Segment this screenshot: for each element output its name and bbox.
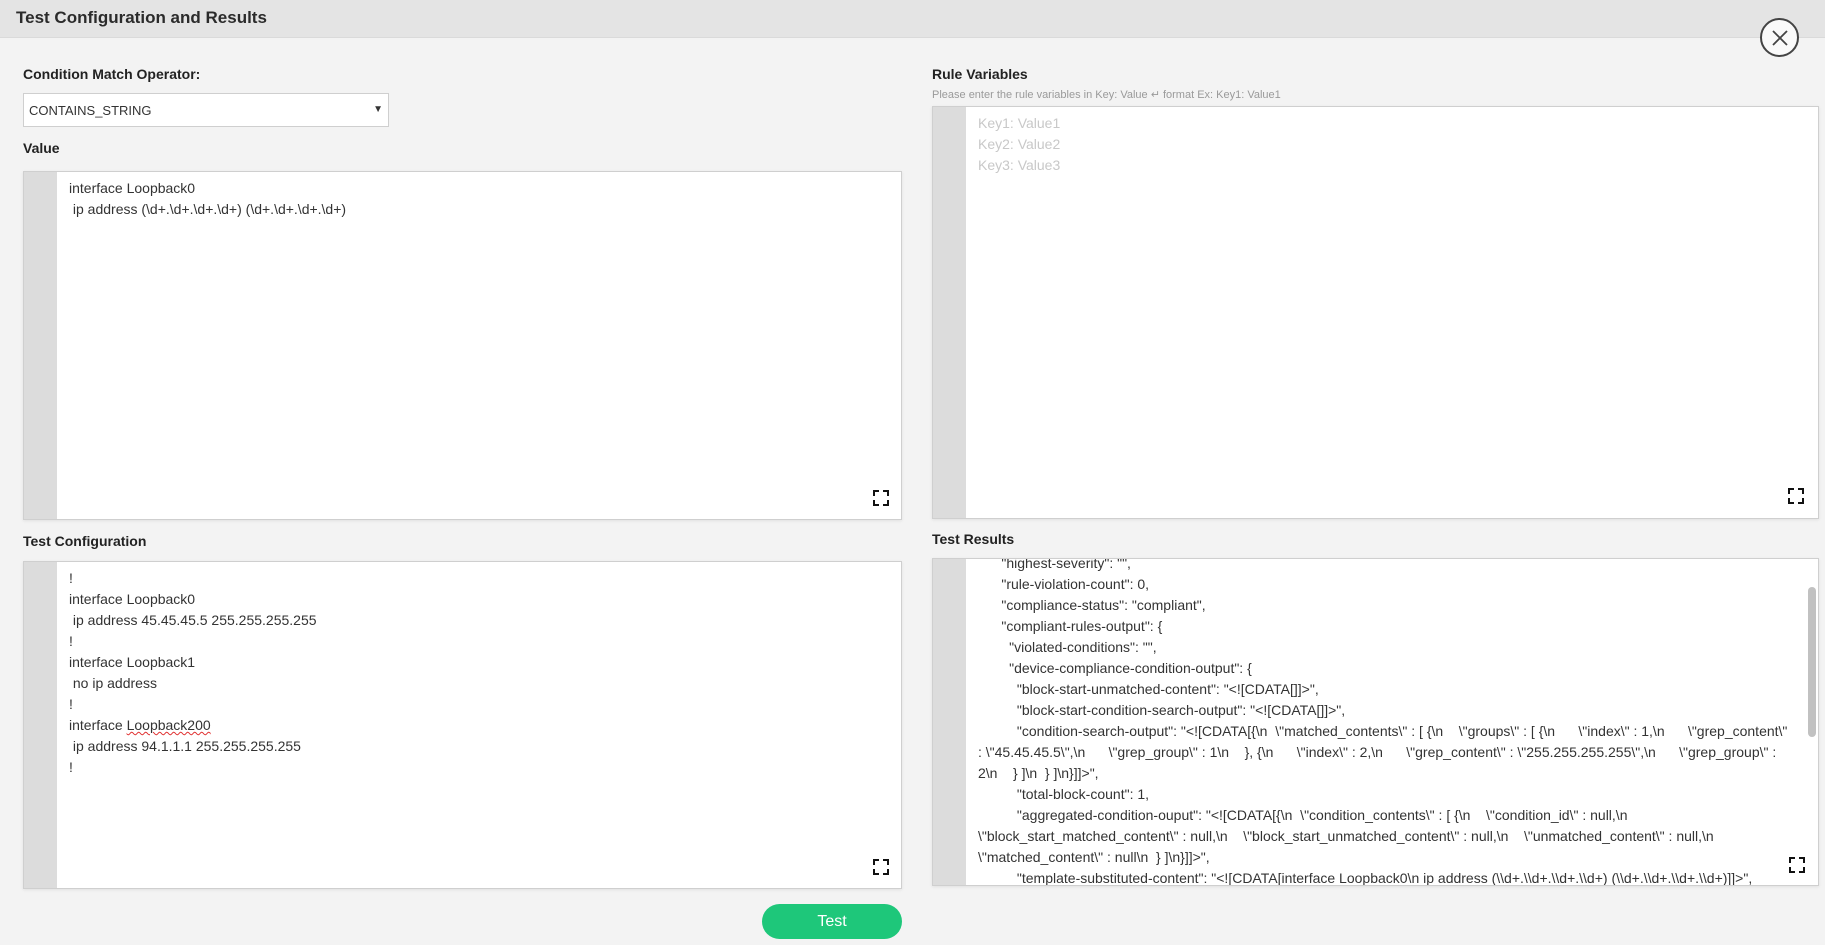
close-button[interactable] [1760, 18, 1799, 57]
close-icon [1772, 30, 1788, 46]
spellcheck-word: Loopback200 [126, 717, 211, 733]
placeholder-line: Key1: Value1 [978, 115, 1061, 131]
placeholder-line: Key2: Value2 [978, 136, 1061, 152]
dialog-title: Test Configuration and Results [16, 8, 267, 27]
condition-match-selected: CONTAINS_STRING [29, 103, 152, 118]
condition-match-label: Condition Match Operator: [23, 66, 201, 82]
test-configuration-content[interactable]: ! interface Loopback0 ip address 45.45.45… [69, 568, 865, 778]
placeholder-line: Key3: Value3 [978, 157, 1061, 173]
code-line: ! [69, 570, 73, 586]
value-editor[interactable]: interface Loopback0 ip address (\d+.\d+.… [23, 171, 902, 520]
code-line: interface Loopback0 [69, 180, 196, 196]
test-results-label: Test Results [932, 531, 1015, 547]
code-line: ! [69, 633, 73, 649]
editor-gutter [933, 107, 966, 518]
rule-variables-label: Rule Variables [932, 66, 1028, 82]
expand-icon[interactable] [1789, 857, 1805, 873]
chevron-down-icon: ▼ [373, 104, 383, 115]
test-button[interactable]: Test [762, 904, 902, 939]
code-line: ip address 94.1.1.1 255.255.255.255 [69, 738, 301, 754]
code-line: ip address 45.45.45.5 255.255.255.255 [69, 612, 317, 628]
dialog-header: Test Configuration and Results [0, 0, 1825, 38]
code-line: ! [69, 696, 73, 712]
expand-icon[interactable] [873, 490, 889, 506]
rule-variables-hint: Please enter the rule variables in Key: … [932, 89, 1281, 101]
code-line: interface Loopback1 [69, 654, 196, 670]
editor-gutter [24, 172, 57, 519]
code-line: ip address (\d+.\d+.\d+.\d+) (\d+.\d+.\d… [69, 201, 347, 217]
test-configuration-label: Test Configuration [23, 533, 147, 549]
condition-match-select[interactable]: CONTAINS_STRING ▼ [23, 93, 389, 127]
test-results-editor[interactable]: "highest-severity": "", "rule-violation-… [932, 558, 1819, 886]
rule-variables-placeholder[interactable]: Key1: Value1 Key2: Value2 Key3: Value3 [978, 113, 1782, 176]
test-configuration-editor[interactable]: ! interface Loopback0 ip address 45.45.45… [23, 561, 902, 889]
code-line: no ip address [69, 675, 157, 691]
code-line: interface Loopback200 [69, 717, 211, 733]
code-line: interface Loopback0 [69, 591, 196, 607]
value-editor-content[interactable]: interface Loopback0 ip address (\d+.\d+.… [69, 178, 865, 220]
code-line: ! [69, 759, 73, 775]
editor-gutter [24, 562, 57, 888]
results-scrollbar[interactable] [1808, 587, 1816, 737]
expand-icon[interactable] [1788, 488, 1804, 504]
expand-icon[interactable] [873, 859, 889, 875]
value-label: Value [23, 140, 60, 156]
editor-gutter [933, 559, 966, 885]
test-results-content[interactable]: "highest-severity": "", "rule-violation-… [978, 559, 1788, 885]
rule-variables-editor[interactable]: Key1: Value1 Key2: Value2 Key3: Value3 [932, 106, 1819, 519]
